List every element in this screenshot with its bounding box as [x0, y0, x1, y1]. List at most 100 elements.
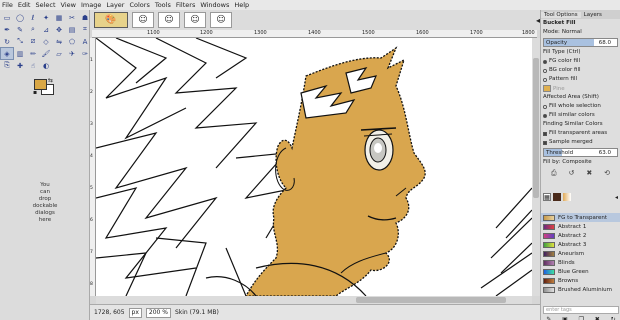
image-tab-thumbnail[interactable]: ☺: [132, 12, 154, 28]
dockable-text-line: dockable: [32, 203, 58, 209]
gradient-list-item[interactable]: Abstract 2: [541, 231, 620, 240]
ellipse-select-icon[interactable]: ◯: [14, 12, 26, 23]
measure-icon[interactable]: ⊿: [40, 24, 52, 35]
edit-gradient-icon[interactable]: ✎: [546, 316, 551, 320]
pattern-selector[interactable]: Pine: [543, 85, 618, 92]
cage-icon[interactable]: ⬠: [66, 36, 78, 47]
sample-merged-checkbox[interactable]: Sample merged: [541, 138, 620, 147]
fill-type-option[interactable]: FG color fill: [541, 57, 620, 66]
free-select-icon[interactable]: ℓ: [27, 12, 39, 23]
paintbrush-icon[interactable]: 🖌: [40, 48, 52, 59]
airbrush-icon[interactable]: ✈: [66, 48, 78, 59]
zoom-icon[interactable]: ⌕: [27, 24, 39, 35]
dock-menu-icon[interactable]: ◂: [615, 194, 620, 201]
gradient-list-item[interactable]: Abstract 3: [541, 240, 620, 249]
menu-colors[interactable]: Colors: [129, 1, 149, 9]
flip-icon[interactable]: ⇋: [53, 36, 65, 47]
tab-tool-options[interactable]: Tool Options: [541, 11, 581, 18]
horizontal-scroll-thumb[interactable]: [356, 297, 506, 303]
reset-options-icon[interactable]: ⟲: [604, 169, 610, 178]
menu-filters[interactable]: Filters: [176, 1, 195, 9]
fill-type-option[interactable]: Pattern fill: [541, 75, 620, 84]
scale-icon[interactable]: ⤡: [14, 36, 26, 47]
brush-chip-icon[interactable]: [553, 193, 561, 201]
perspective-icon[interactable]: ◇: [40, 36, 52, 47]
ruler-tick-label: 1600: [416, 30, 429, 36]
menu-edit[interactable]: Edit: [18, 1, 31, 9]
eraser-icon[interactable]: ▱: [53, 48, 65, 59]
horizontal-scrollbar[interactable]: [96, 296, 532, 304]
affected-option[interactable]: Fill similar colors: [541, 111, 620, 120]
vertical-scroll-thumb[interactable]: [533, 58, 539, 198]
gradient-preview: [543, 250, 555, 257]
image-canvas[interactable]: [96, 38, 532, 296]
menu-tools[interactable]: Tools: [155, 1, 171, 9]
opacity-slider[interactable]: Opacity 68.0: [543, 38, 618, 47]
color-select-icon[interactable]: ▦: [53, 12, 65, 23]
radio-icon: [543, 104, 547, 109]
rotate-icon[interactable]: ↻: [1, 36, 13, 47]
gradient-chip-icon[interactable]: [563, 193, 571, 201]
menu-view[interactable]: View: [61, 1, 76, 9]
reset-colors-icon[interactable]: ▪: [33, 89, 37, 96]
menu-layer[interactable]: Layer: [106, 1, 124, 9]
smudge-icon[interactable]: ☝: [27, 60, 39, 71]
restore-options-icon[interactable]: ↺: [569, 169, 575, 178]
delete-gradient-icon[interactable]: ✖: [595, 316, 600, 320]
gradient-list-item[interactable]: Browns: [541, 276, 620, 285]
gradient-list-item[interactable]: Abstract 1: [541, 222, 620, 231]
gradient-name: Browns: [558, 277, 579, 284]
clone-icon[interactable]: ⎘: [1, 60, 13, 71]
refresh-gradients-icon[interactable]: ↻: [611, 316, 616, 320]
tab-layers[interactable]: Layers: [581, 12, 605, 18]
gradient-list-item[interactable]: Blue Green: [541, 267, 620, 276]
scissors-icon[interactable]: ✂: [66, 12, 78, 23]
pencil-icon[interactable]: ✏: [27, 48, 39, 59]
menu-help[interactable]: Help: [234, 1, 249, 9]
fill-by-select[interactable]: Composite: [562, 159, 591, 166]
foreground-color-swatch[interactable]: [34, 79, 47, 90]
save-options-icon[interactable]: ⎙: [551, 169, 557, 178]
unit-select[interactable]: px: [128, 307, 142, 318]
gradient-toolbar: ✎ ▣ ❐ ✖ ↻: [541, 316, 620, 320]
vertical-scrollbar[interactable]: [532, 38, 540, 296]
move-icon[interactable]: ✥: [53, 24, 65, 35]
image-tab-thumbnail[interactable]: ☺: [184, 12, 206, 28]
image-tab-thumbnail[interactable]: ☺: [158, 12, 180, 28]
new-gradient-icon[interactable]: ▣: [562, 316, 568, 320]
image-tab-thumbnail[interactable]: ☺: [210, 12, 232, 28]
align-icon[interactable]: ▤: [66, 24, 78, 35]
color-picker-icon[interactable]: ✎: [14, 24, 26, 35]
duplicate-gradient-icon[interactable]: ❐: [579, 316, 584, 320]
mode-select[interactable]: Normal: [562, 29, 582, 36]
fuzzy-select-icon[interactable]: ✦: [40, 12, 52, 23]
delete-options-icon[interactable]: ✖: [586, 169, 592, 178]
fill-type-option[interactable]: BG color fill: [541, 66, 620, 75]
gradient-list-item[interactable]: Blinds: [541, 258, 620, 267]
affected-option[interactable]: Fill whole selection: [541, 102, 620, 111]
bucket-fill-icon[interactable]: ◈: [0, 47, 14, 60]
layer-info: Skin (79.1 MB): [174, 309, 219, 316]
gradient-list-item[interactable]: Brushed Aluminium: [541, 285, 620, 294]
checkbox-checked-icon: [543, 131, 547, 136]
menu-image[interactable]: Image: [81, 1, 101, 9]
grid-view-icon[interactable]: ▦: [543, 193, 551, 201]
gradient-list-item[interactable]: FG to Transparent: [541, 213, 620, 222]
paths-icon[interactable]: ✒: [1, 24, 13, 35]
menu-windows[interactable]: Windows: [200, 1, 229, 9]
zoom-select[interactable]: 200 %: [145, 307, 171, 318]
threshold-slider[interactable]: Threshold 63.0: [543, 148, 618, 157]
menu-file[interactable]: File: [2, 1, 13, 9]
ruler-tick-label: 1200: [200, 30, 213, 36]
dodge-burn-icon[interactable]: ◐: [40, 60, 52, 71]
menu-select[interactable]: Select: [35, 1, 55, 9]
swap-colors-icon[interactable]: ⇆: [48, 77, 53, 84]
rect-select-icon[interactable]: ▭: [1, 12, 13, 23]
gradient-tag-input[interactable]: enter tags: [543, 306, 619, 314]
gradient-list-item[interactable]: Aneurism: [541, 249, 620, 258]
heal-icon[interactable]: ✚: [14, 60, 26, 71]
shear-icon[interactable]: ⧄: [27, 36, 39, 47]
blend-icon[interactable]: ▥: [14, 48, 26, 59]
fill-transparent-checkbox[interactable]: Fill transparent areas: [541, 129, 620, 138]
image-tab-thumbnail[interactable]: 🎨: [94, 12, 128, 28]
